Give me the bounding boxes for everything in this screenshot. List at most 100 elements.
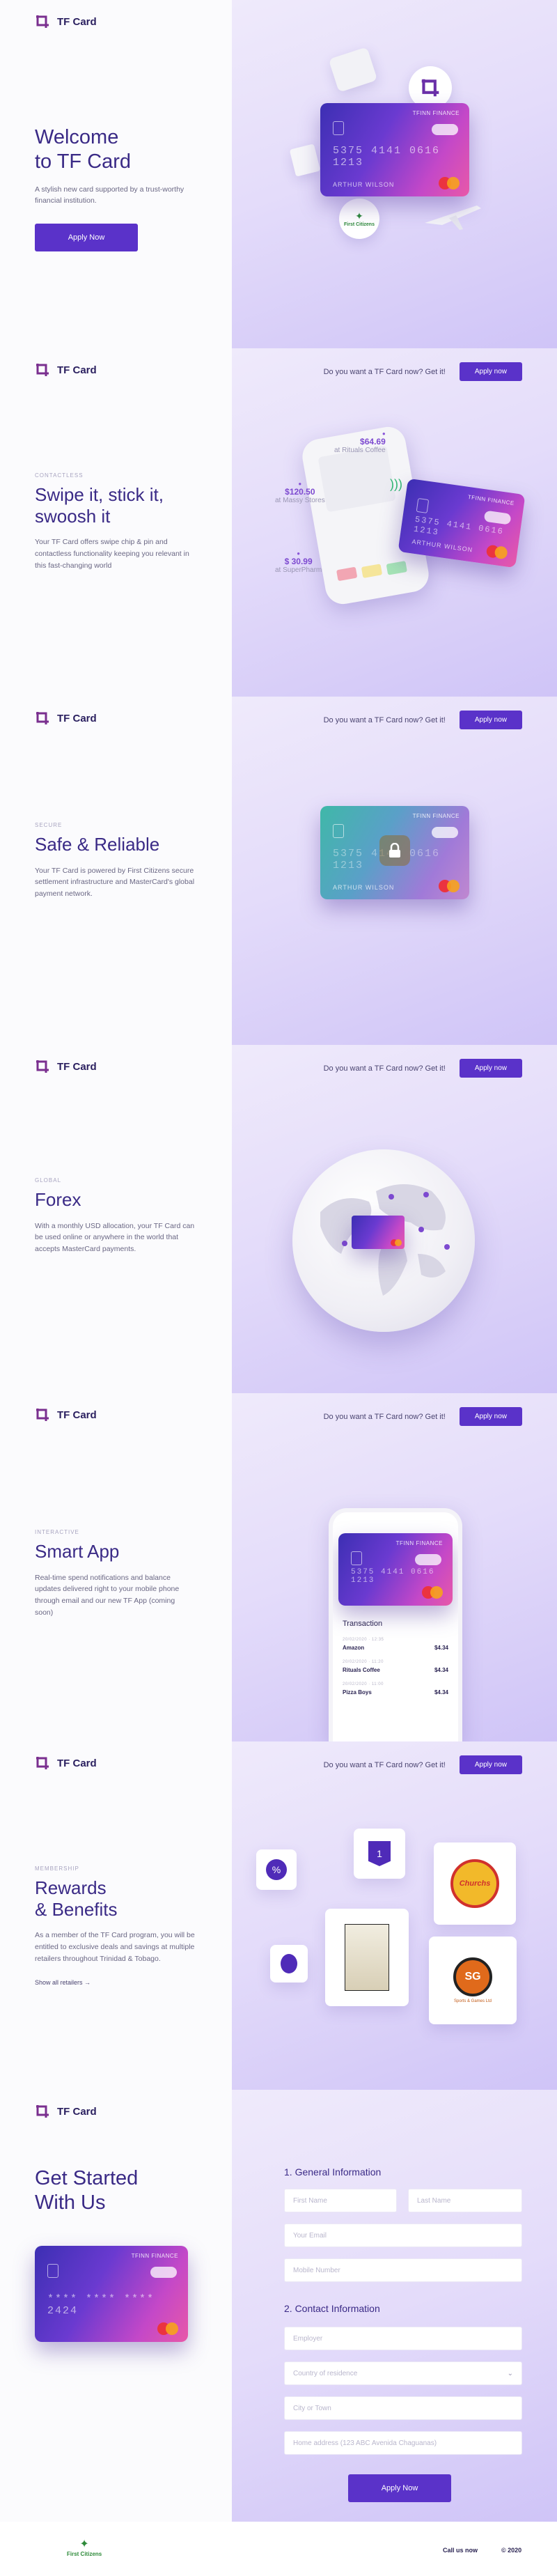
callout-1: ● $64.69 at Rituals Coffee <box>334 430 386 454</box>
general-info-heading: 1. General Information <box>284 2166 382 2178</box>
sports-games-logo: SG <box>453 1957 492 1996</box>
percent-badge-icon: % <box>266 1859 287 1880</box>
palm-logo-icon: ✦ <box>79 2538 89 2550</box>
transaction-item[interactable]: 20/02/2020 · 12:35 Amazon $4.34 <box>343 1638 448 1651</box>
lock-icon <box>379 835 410 866</box>
chevron-down-icon: ⌄ <box>507 2369 513 2377</box>
call-us-link[interactable]: Call us now <box>443 2547 478 2554</box>
apply-now-button[interactable]: Apply now <box>459 1755 522 1774</box>
tf-logo-icon <box>36 1409 49 1421</box>
section-title: Forex <box>35 1189 81 1210</box>
contactless-toggle <box>432 124 458 135</box>
logo[interactable]: TF Card <box>35 711 97 726</box>
book-cover-image <box>345 1924 389 1991</box>
footer: ✦ First Citizens Call us now © 2020 <box>0 2522 557 2576</box>
palm-icon: ✦ <box>355 210 363 222</box>
callout-2: ● $120.50 at Massy Stores <box>275 481 325 504</box>
logo[interactable]: TF Card <box>35 2104 97 2119</box>
app-credit-card: TFINN FINANCE 5375 4141 0616 1213 <box>338 1533 453 1606</box>
section-title: Rewards & Benefits <box>35 1877 118 1920</box>
first-citizens-badge: ✦ First Citizens <box>339 199 379 239</box>
topbar-cta: Do you want a TF Card now? Get it! Apply… <box>324 1059 522 1078</box>
logo-text: TF Card <box>57 15 97 28</box>
get-started-section: TF Card Get Started With Us TFINN FINANCE… <box>0 2090 557 2522</box>
last-name-field[interactable]: Last Name <box>408 2189 522 2212</box>
section-title: Safe & Reliable <box>35 834 160 855</box>
airplane-icon <box>425 205 481 230</box>
medal-icon <box>281 1954 297 1973</box>
sports-games-tile: SG Sports & Games Ltd <box>429 1937 517 2024</box>
submit-apply-button[interactable]: Apply Now <box>348 2474 451 2502</box>
arrow-right-icon: → <box>84 1978 91 1986</box>
illustration-tile <box>325 1909 409 2006</box>
address-field[interactable]: Home address (123 ABC Avenida Chaguanas) <box>284 2431 522 2455</box>
hero-credit-card: TFINN FINANCE 5375 4141 0616 1213 ARTHUR… <box>320 103 469 196</box>
hero-copy: Welcome to TF Card A stylish new card su… <box>35 125 195 252</box>
rewards-copy: MEMBERSHIP Rewards & Benefits As a member… <box>35 1865 195 1986</box>
copyright-text: © 2020 <box>501 2547 522 2554</box>
topbar-cta: Do you want a TF Card now? Get it! Apply… <box>324 362 522 381</box>
section-title: Swipe it, stick it, swoosh it <box>35 484 164 527</box>
contact-info-heading: 2. Contact Information <box>284 2303 380 2314</box>
logo[interactable]: TF Card <box>35 362 97 378</box>
transactions-title: Transaction <box>343 1620 383 1628</box>
logo[interactable]: TF Card <box>35 1755 97 1771</box>
app-section: TF Card Do you want a TF Card now? Get i… <box>0 1393 557 1741</box>
ribbon-badge-icon: 1 <box>368 1841 391 1866</box>
forex-section: TF Card Do you want a TF Card now? Get i… <box>0 1045 557 1393</box>
rank-tile: 1 <box>354 1829 405 1879</box>
rewards-section: TF Card Do you want a TF Card now? Get i… <box>0 1741 557 2090</box>
section-title: Smart App <box>35 1541 120 1562</box>
forex-copy: GLOBAL Forex With a monthly USD allocati… <box>35 1177 195 1254</box>
transaction-item[interactable]: 20/02/2020 · 11:00 Pizza Boys $4.34 <box>343 1682 448 1696</box>
apply-now-button[interactable]: Apply now <box>459 1059 522 1078</box>
tf-logo-icon <box>36 2105 49 2118</box>
topbar-cta: Do you want a TF Card now? Get it! Apply… <box>324 1407 522 1426</box>
tf-logo-icon <box>36 364 49 376</box>
employer-field[interactable]: Employer <box>284 2327 522 2350</box>
hero-subtitle: A stylish new card supported by a trust-… <box>35 185 185 205</box>
apply-now-button[interactable]: Apply now <box>459 711 522 729</box>
topbar-cta: Do you want a TF Card now? Get it! Apply… <box>324 711 522 729</box>
swipe-copy: CONTACTLESS Swipe it, stick it, swoosh it… <box>35 472 195 572</box>
page: TF Card Welcome to TF Card A stylish new… <box>0 0 557 2576</box>
churchs-logo: Churchs <box>450 1859 499 1908</box>
medal-tile <box>270 1945 308 1983</box>
mobile-field[interactable]: Mobile Number <box>284 2258 522 2282</box>
discount-tile: % <box>256 1849 297 1890</box>
apply-now-button[interactable]: Apply now <box>459 1407 522 1426</box>
churchs-tile: Churchs <box>434 1842 516 1925</box>
get-started-credit-card: TFINN FINANCE **** **** **** 2424 <box>35 2246 188 2342</box>
email-field[interactable]: Your Email <box>284 2224 522 2247</box>
topbar-cta: Do you want a TF Card now? Get it! Apply… <box>324 1755 522 1774</box>
city-field[interactable]: City or Town <box>284 2396 522 2420</box>
chip-icon <box>333 121 344 135</box>
app-copy: INTERACTIVE Smart App Real-time spend no… <box>35 1529 195 1619</box>
safe-section: TF Card Do you want a TF Card now? Get i… <box>0 697 557 1045</box>
logo[interactable]: TF Card <box>35 1407 97 1422</box>
hero-section: TF Card Welcome to TF Card A stylish new… <box>0 0 557 348</box>
safe-copy: SECURE Safe & Reliable Your TF Card is p… <box>35 822 195 899</box>
tf-logo-icon <box>36 712 49 724</box>
safe-credit-card: TFINN FINANCE 5375 4141 0616 1213 ARTHUR… <box>320 806 469 899</box>
logo[interactable]: TF Card <box>35 14 97 29</box>
mastercard-icon <box>439 177 460 189</box>
callout-3: ● $ 30.99 at SuperPharm <box>275 550 322 574</box>
footer-brand[interactable]: ✦ First Citizens <box>67 2537 102 2557</box>
globe-icon <box>292 1149 475 1332</box>
tf-logo-icon <box>421 79 439 97</box>
tf-logo-icon <box>36 1757 49 1769</box>
tf-logo-icon <box>36 1060 49 1073</box>
contactless-icon: ))) <box>390 477 402 491</box>
apply-now-button[interactable]: Apply Now <box>35 224 138 252</box>
phone-mockup: TFINN FINANCE 5375 4141 0616 1213 Transa… <box>329 1508 462 1741</box>
logo[interactable]: TF Card <box>35 1059 97 1074</box>
get-started-title: Get Started With Us <box>35 2167 139 2214</box>
forex-credit-card <box>352 1216 405 1249</box>
show-retailers-link[interactable]: Show all retailers → <box>35 1979 195 1986</box>
first-name-field[interactable]: First Name <box>284 2189 397 2212</box>
country-select[interactable]: Country of residence ⌄ <box>284 2361 522 2385</box>
transaction-item[interactable]: 20/02/2020 · 11:20 Rituals Coffee $4.34 <box>343 1660 448 1673</box>
tf-logo-icon <box>36 15 49 28</box>
apply-now-button[interactable]: Apply now <box>459 362 522 381</box>
